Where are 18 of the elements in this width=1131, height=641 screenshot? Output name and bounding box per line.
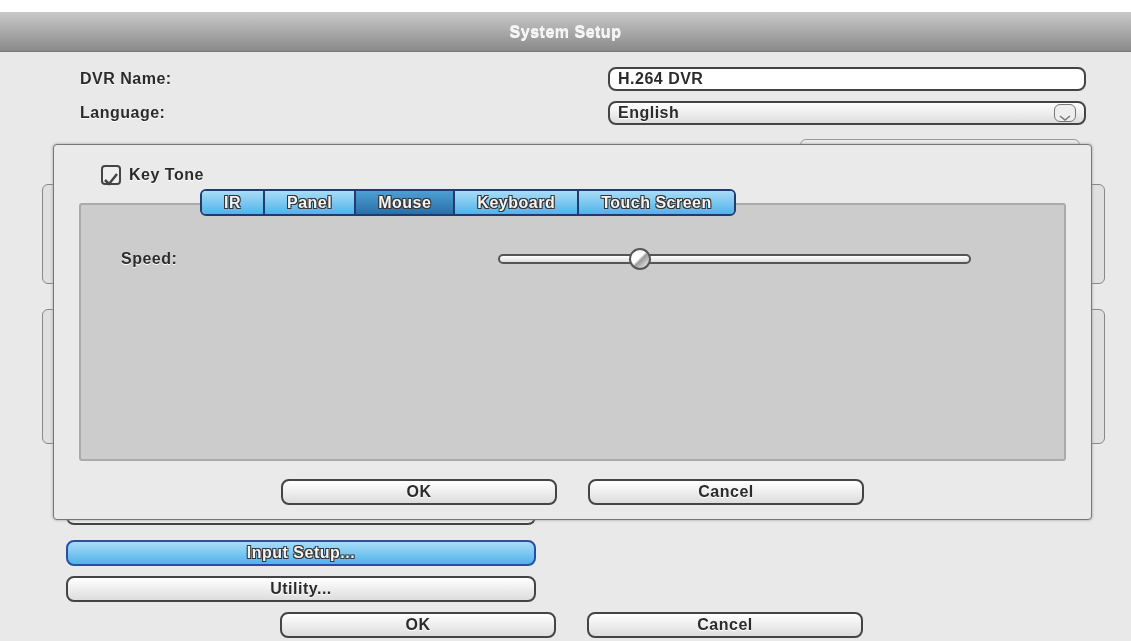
name-input-field[interactable]: H.264 DVR — [608, 67, 1086, 91]
dialog-button[interactable]: Cancel — [587, 612, 863, 638]
key-tone-checkbox[interactable] — [101, 165, 121, 185]
dialog-button[interactable]: OK — [280, 612, 556, 638]
field-label: DVR Name: — [80, 69, 173, 89]
window-title: System Setup — [509, 21, 622, 42]
dialog-button[interactable]: OK — [281, 479, 557, 505]
tab[interactable]: Mouse — [356, 191, 456, 214]
menu-button[interactable]: Utility... — [66, 576, 536, 602]
slider-thumb[interactable] — [629, 248, 652, 270]
field-label: Language: — [80, 103, 167, 123]
language-dropdown[interactable]: English — [608, 101, 1086, 125]
checkbox-label: Key Tone — [129, 165, 204, 185]
dropdown-value: English — [618, 103, 680, 123]
dialog-button[interactable]: Cancel — [588, 479, 864, 505]
speed-slider-track[interactable] — [498, 247, 972, 271]
speed-label: Speed: — [121, 249, 178, 269]
dropdown-caret-icon — [1054, 104, 1076, 122]
